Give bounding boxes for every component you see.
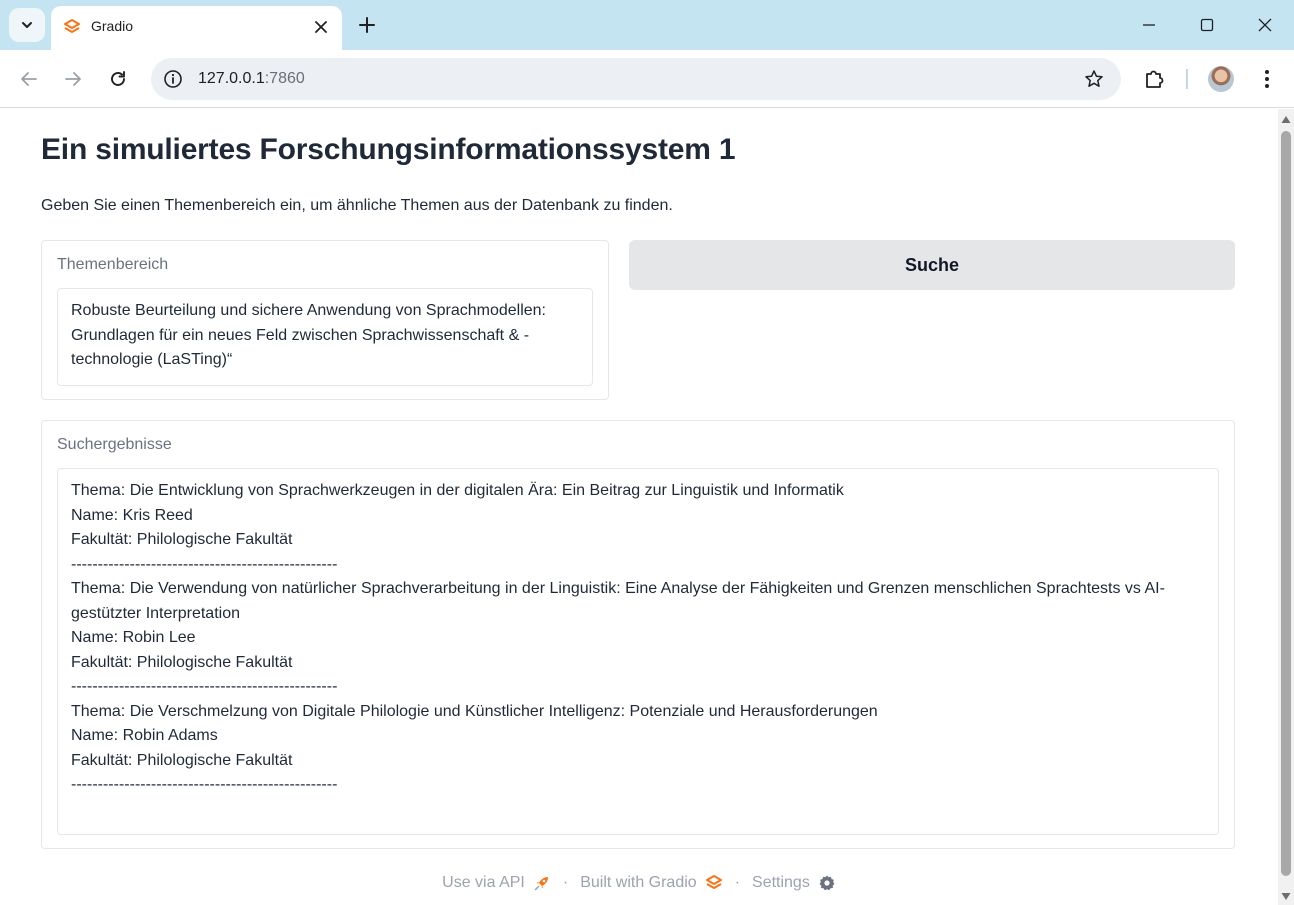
use-via-api-label: Use via API (442, 874, 525, 891)
use-via-api-link[interactable]: Use via API (442, 874, 551, 892)
results-label: Suchergebnisse (57, 436, 172, 453)
topic-input-block: Themenbereich Robuste Beurteilung und si… (41, 240, 609, 400)
url-host: 127.0.0.1 (198, 70, 265, 87)
arrow-right-icon (65, 72, 81, 86)
gear-icon (819, 875, 835, 891)
more-vertical-icon (1265, 70, 1269, 88)
tab-close-button[interactable] (310, 16, 332, 38)
settings-link[interactable]: Settings (752, 874, 836, 892)
extensions-button[interactable] (1140, 65, 1168, 93)
topic-input-label: Themenbereich (57, 256, 169, 273)
url-text: 127.0.0.1:7860 (198, 70, 305, 88)
page-description: Geben Sie einen Themenbereich ein, um äh… (41, 197, 673, 214)
browser-toolbar: 127.0.0.1:7860 (0, 50, 1294, 108)
chevron-down-icon (22, 22, 32, 28)
gradio-logo-icon (64, 19, 80, 33)
scroll-down-arrow-icon[interactable] (1281, 891, 1291, 901)
gradio-logo-icon (705, 875, 722, 889)
new-tab-button[interactable] (355, 13, 379, 37)
window-close-button[interactable] (1236, 0, 1294, 50)
search-button[interactable]: Suche (629, 240, 1235, 290)
rocket-icon (534, 877, 548, 891)
tab-search-button[interactable] (9, 8, 45, 42)
scroll-up-arrow-icon[interactable] (1281, 115, 1291, 125)
built-with-gradio-link[interactable]: Built with Gradio (580, 874, 723, 892)
browser-tab-active[interactable]: Gradio (51, 6, 342, 50)
reload-button[interactable] (101, 62, 135, 96)
toolbar-separator (1186, 69, 1188, 89)
close-icon (1258, 18, 1272, 32)
address-bar[interactable]: 127.0.0.1:7860 (151, 58, 1121, 100)
forward-button[interactable] (56, 62, 90, 96)
results-output[interactable]: Thema: Die Entwicklung von Sprachwerkzeu… (57, 468, 1219, 835)
minimize-icon (1143, 24, 1155, 26)
footer-separator: · (734, 874, 741, 891)
star-icon (1085, 70, 1103, 87)
settings-label: Settings (752, 874, 810, 891)
close-icon (315, 21, 327, 33)
built-with-gradio-label: Built with Gradio (580, 874, 697, 891)
browser-tab-bar: Gradio (0, 0, 1294, 50)
footer-separator: · (562, 874, 569, 891)
profile-avatar[interactable] (1208, 66, 1234, 92)
reload-icon (111, 71, 125, 86)
gradio-footer: Use via API · Built with Gradio · Settin… (0, 871, 1278, 895)
back-button[interactable] (12, 62, 46, 96)
topic-input[interactable]: Robuste Beurteilung und sichere Anwendun… (57, 288, 593, 386)
puzzle-icon (1146, 70, 1164, 88)
page-viewport: Ein simuliertes Forschungsinformationssy… (0, 109, 1278, 905)
scroll-thumb[interactable] (1281, 131, 1291, 876)
minimize-button[interactable] (1120, 0, 1178, 50)
page-title: Ein simuliertes Forschungsinformationssy… (41, 133, 736, 166)
plus-icon (359, 17, 375, 33)
page-scrollbar[interactable] (1278, 109, 1294, 905)
bookmark-button[interactable] (1083, 68, 1105, 90)
browser-menu-button[interactable] (1254, 66, 1280, 92)
tab-title: Gradio (91, 18, 134, 34)
info-icon (164, 70, 182, 88)
url-port: :7860 (264, 70, 305, 87)
arrow-left-icon (21, 72, 37, 86)
maximize-icon (1200, 18, 1214, 32)
maximize-button[interactable] (1178, 0, 1236, 50)
results-block: Suchergebnisse Thema: Die Entwicklung vo… (41, 420, 1235, 849)
site-info-button[interactable] (161, 67, 185, 91)
